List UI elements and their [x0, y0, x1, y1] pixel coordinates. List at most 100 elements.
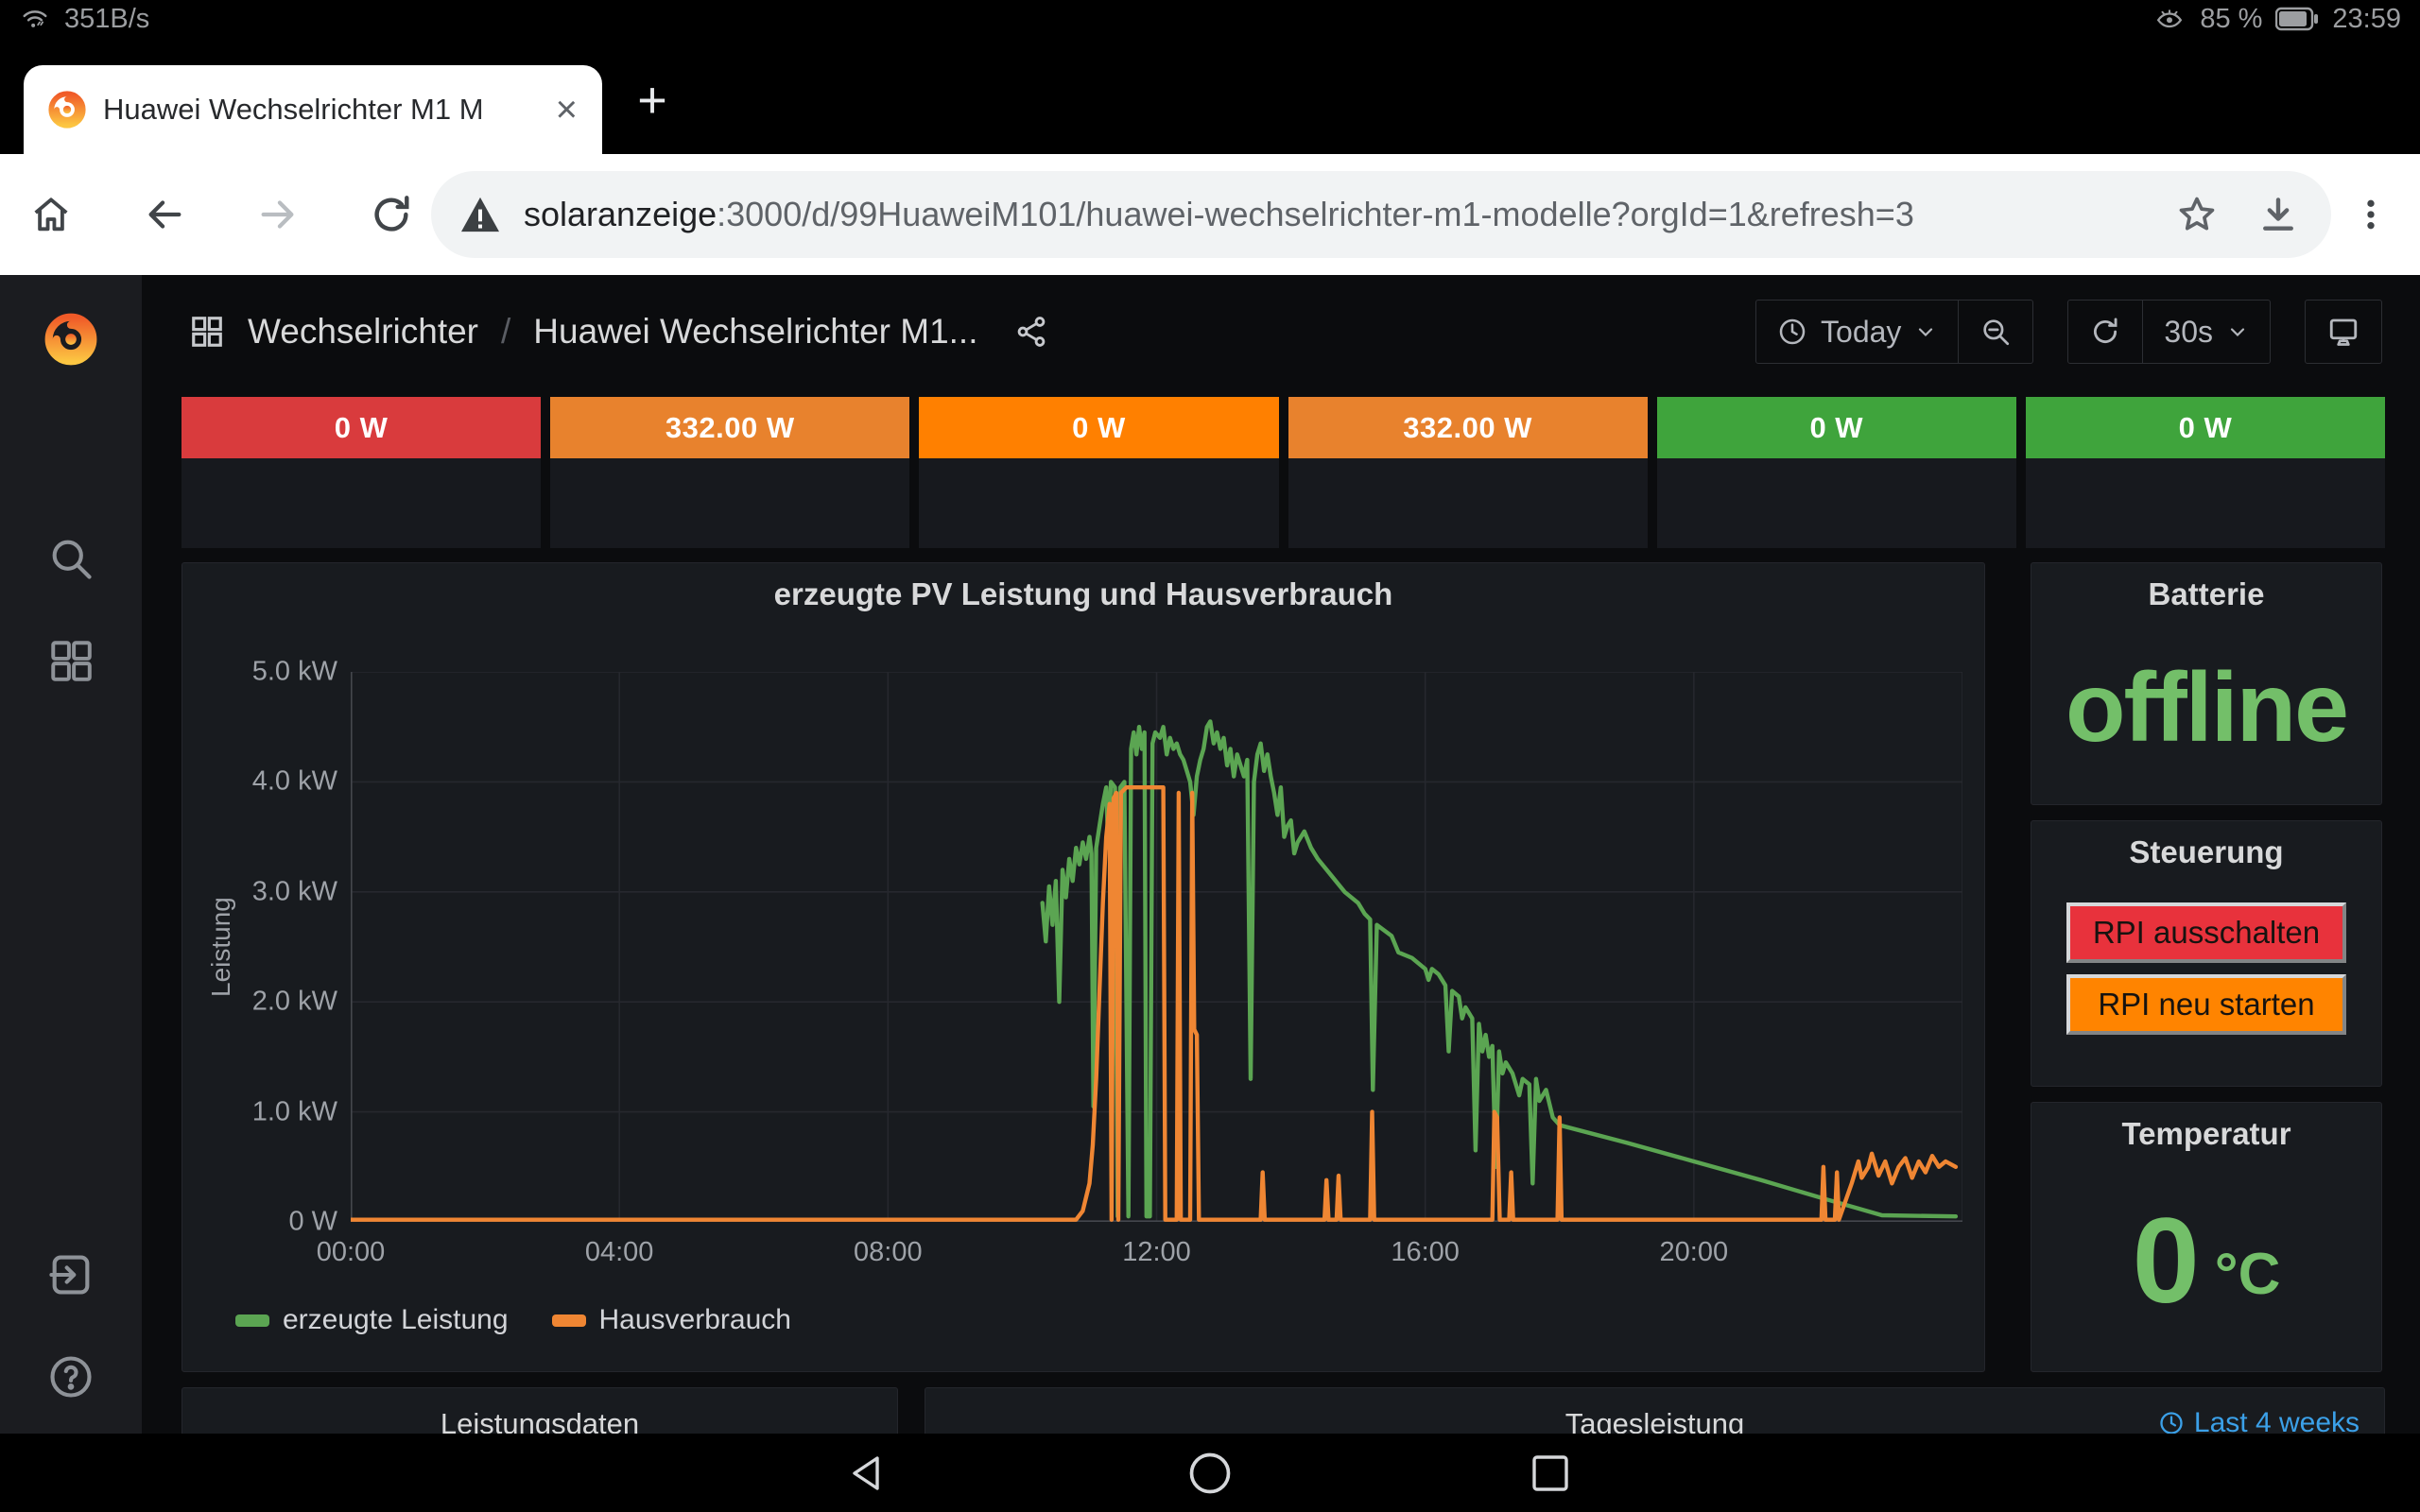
- dashboard-controls: Today 30s: [1755, 300, 2382, 364]
- legend-item[interactable]: Hausverbrauch: [552, 1304, 791, 1336]
- x-tick: 12:00: [1122, 1237, 1191, 1268]
- dashboards-icon[interactable]: [44, 634, 97, 687]
- legend-item[interactable]: erzeugte Leistung: [235, 1304, 509, 1336]
- android-recents-button[interactable]: [1522, 1445, 1579, 1502]
- kiosk-mode-button[interactable]: [2306, 301, 2381, 363]
- y-axis-label: Leistung: [205, 672, 237, 1222]
- legend-label: erzeugte Leistung: [283, 1304, 509, 1336]
- url-host: solaranzeige: [524, 195, 717, 233]
- stat-panel: 0 W: [919, 397, 1278, 548]
- x-tick: 00:00: [317, 1237, 386, 1268]
- stat-panel: 332.00 W: [550, 397, 909, 548]
- chevron-down-icon: [2226, 320, 2249, 343]
- stat-value: 0 W: [919, 397, 1278, 458]
- wifi-icon: [19, 5, 51, 33]
- reload-button[interactable]: [367, 190, 416, 239]
- close-tab-icon[interactable]: ×: [556, 91, 578, 129]
- grafana-app: Wechselrichter / Huawei Wechselrichter M…: [0, 275, 2420, 1434]
- site-warning-icon[interactable]: [459, 196, 501, 233]
- battery-status-value: offline: [2031, 612, 2381, 804]
- refresh-interval-picker[interactable]: 30s: [2142, 301, 2270, 363]
- y-tick: 4.0 kW: [252, 766, 337, 798]
- time-range-picker[interactable]: Today: [1756, 301, 1958, 363]
- android-back-button[interactable]: [841, 1445, 898, 1502]
- home-button[interactable]: [26, 190, 76, 239]
- chevron-down-icon: [1914, 320, 1937, 343]
- panel-title: Steuerung: [2031, 821, 2381, 870]
- stat-row: 0 W 332.00 W 0 W 332.00 W 0 W 0 W: [182, 397, 2385, 548]
- browser-menu-icon[interactable]: [2346, 190, 2395, 239]
- tab-title: Huawei Wechselrichter M1 M: [103, 93, 539, 127]
- new-tab-button[interactable]: +: [624, 72, 681, 129]
- refresh-button[interactable]: [2068, 301, 2142, 363]
- panel-title: Temperatur: [2031, 1103, 2381, 1152]
- zoom-out-button[interactable]: [1958, 301, 2032, 363]
- y-tick: 1.0 kW: [252, 1096, 337, 1127]
- url-bar[interactable]: solaranzeige:3000/d/99HuaweiM101/huawei-…: [431, 171, 2331, 258]
- row-title[interactable]: Leistungsdaten: [182, 1388, 897, 1434]
- chart-plot-area[interactable]: 5.0 kW4.0 kW3.0 kW2.0 kW1.0 kW0 W 00:000…: [351, 672, 1962, 1222]
- stat-panel: 0 W: [182, 397, 541, 548]
- stat-value: 0 W: [2026, 397, 2385, 458]
- search-icon[interactable]: [44, 532, 97, 585]
- browser-toolbar: solaranzeige:3000/d/99HuaweiM101/huawei-…: [0, 154, 2420, 275]
- stat-value: 0 W: [1657, 397, 2016, 458]
- screen: 351B/s 85 % 23:59: [0, 0, 2420, 1512]
- android-status-bar: 351B/s 85 % 23:59: [0, 0, 2420, 38]
- sign-in-icon[interactable]: [44, 1248, 97, 1301]
- share-icon[interactable]: [1014, 315, 1048, 349]
- dashboard-header: Wechselrichter / Huawei Wechselrichter M…: [142, 275, 2420, 388]
- pv-chart-panel: erzeugte PV Leistung und Hausverbrauch L…: [182, 562, 1985, 1372]
- stat-value: 332.00 W: [550, 397, 909, 458]
- x-tick: 16:00: [1391, 1237, 1460, 1268]
- browser-tab-strip: Huawei Wechselrichter M1 M × +: [0, 38, 2420, 154]
- x-tick: 04:00: [585, 1237, 654, 1268]
- clock-time: 23:59: [2332, 4, 2401, 35]
- panel-time-range-label: Last 4 weeks: [2194, 1407, 2360, 1434]
- panel-title: Batterie: [2031, 563, 2381, 612]
- help-icon[interactable]: [44, 1350, 97, 1403]
- back-button[interactable]: [140, 190, 189, 239]
- grafana-favicon: [48, 91, 86, 129]
- time-range-label: Today: [1821, 315, 1901, 350]
- download-icon[interactable]: [2254, 190, 2303, 239]
- tagesleistung-panel: Tagesleistung Last 4 weeks: [925, 1387, 2385, 1434]
- stat-panel: 0 W: [1657, 397, 2016, 548]
- chart-title[interactable]: erzeugte PV Leistung und Hausverbrauch: [182, 563, 1984, 612]
- bookmark-star-icon[interactable]: [2172, 190, 2221, 239]
- breadcrumb-folder[interactable]: Wechselrichter: [248, 312, 478, 352]
- breadcrumb: Wechselrichter / Huawei Wechselrichter M…: [189, 312, 1048, 352]
- temperature-value: 0 °C: [2031, 1152, 2381, 1371]
- x-tick: 20:00: [1660, 1237, 1729, 1268]
- breadcrumb-dashboard[interactable]: Huawei Wechselrichter M1...: [533, 312, 977, 352]
- legend-label: Hausverbrauch: [599, 1304, 791, 1336]
- forward-button[interactable]: [253, 190, 302, 239]
- rpi-shutdown-button[interactable]: RPI ausschalten: [2066, 902, 2346, 963]
- legend-swatch-orange: [552, 1314, 586, 1327]
- control-panel: Steuerung RPI ausschalten RPI neu starte…: [2031, 820, 2382, 1087]
- stat-panel: 332.00 W: [1288, 397, 1648, 548]
- android-home-button[interactable]: [1182, 1445, 1238, 1502]
- y-tick: 2.0 kW: [252, 987, 337, 1018]
- android-nav-bar: [0, 1434, 2420, 1512]
- y-tick: 5.0 kW: [252, 657, 337, 688]
- rpi-restart-button[interactable]: RPI neu starten: [2066, 974, 2346, 1035]
- battery-icon: [2275, 7, 2319, 31]
- refresh-interval-label: 30s: [2164, 315, 2213, 350]
- network-speed: 351B/s: [64, 4, 149, 35]
- clock-icon: [2158, 1410, 2185, 1434]
- browser-tab[interactable]: Huawei Wechselrichter M1 M ×: [24, 65, 602, 154]
- chart-canvas[interactable]: [351, 672, 1962, 1222]
- temperature-panel: Temperatur 0 °C: [2031, 1102, 2382, 1372]
- apps-grid-icon[interactable]: [189, 314, 225, 350]
- stat-panel: 0 W: [2026, 397, 2385, 548]
- url-text: solaranzeige:3000/d/99HuaweiM101/huawei-…: [524, 195, 2153, 234]
- legend-swatch-green: [235, 1314, 269, 1327]
- panel-time-range-link[interactable]: Last 4 weeks: [2158, 1407, 2360, 1434]
- grafana-logo[interactable]: [44, 313, 97, 366]
- stat-value: 0 W: [182, 397, 541, 458]
- leistungsdaten-panel: Leistungsdaten: [182, 1387, 898, 1434]
- battery-panel: Batterie offline: [2031, 562, 2382, 805]
- y-tick: 0 W: [288, 1207, 337, 1238]
- breadcrumb-separator: /: [501, 312, 510, 352]
